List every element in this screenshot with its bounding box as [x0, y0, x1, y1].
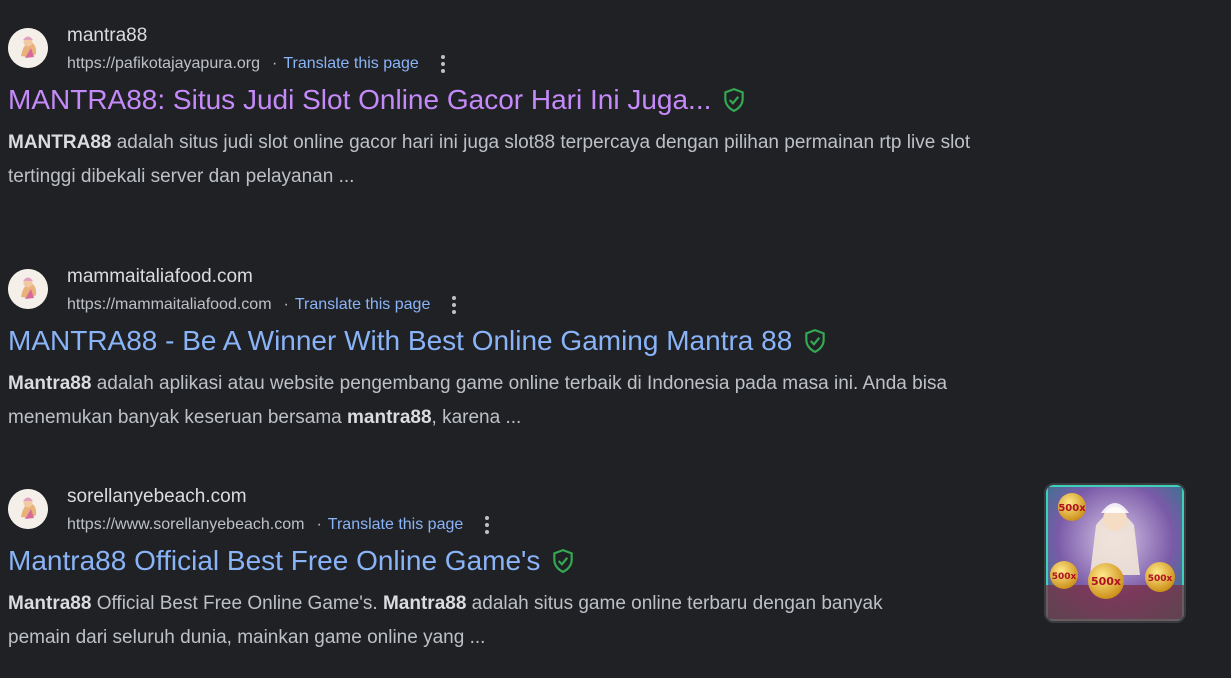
result-snippet: Mantra88 adalah aplikasi atau website pe…	[8, 367, 1088, 435]
snippet-line: Mantra88 Official Best Free Online Game'…	[8, 587, 1008, 621]
snippet-bold: Mantra88	[8, 593, 92, 614]
more-options-icon[interactable]	[440, 54, 445, 74]
snippet-line: pemain dari seluruh dunia, mainkan game …	[8, 627, 486, 648]
verified-shield-icon	[553, 549, 574, 574]
more-options-icon[interactable]	[452, 295, 457, 315]
multiplier-text: 500x	[1148, 574, 1173, 584]
verified-shield-icon	[805, 329, 826, 354]
snippet-bold: MANTRA88	[8, 132, 112, 153]
result-snippet: Mantra88 Official Best Free Online Game'…	[8, 587, 1008, 655]
site-url[interactable]: https://mammaitaliafood.com	[67, 296, 272, 314]
snippet-text: , karena ...	[431, 407, 522, 428]
url-separator: ·	[283, 296, 289, 313]
result-title-link[interactable]: Mantra88 Official Best Free Online Game'…	[8, 545, 576, 577]
multiplier-text: 500x	[1058, 503, 1086, 514]
snippet-text: adalah situs game online terbaru dengan …	[466, 593, 883, 614]
result-title-link[interactable]: MANTRA88: Situs Judi Slot Online Gacor H…	[8, 84, 747, 116]
url-separator: ·	[272, 55, 278, 72]
search-result: mammaitaliafood.com https://mammaitaliaf…	[8, 263, 1208, 435]
multiplier-text: 500x	[1052, 572, 1077, 582]
snippet-line: Mantra88 adalah aplikasi atau website pe…	[8, 367, 1088, 401]
snippet-bold: Mantra88	[8, 373, 92, 394]
url-line: https://pafikotajayapura.org · Translate…	[67, 54, 445, 74]
snippet-text: adalah aplikasi atau website pengembang …	[91, 373, 948, 394]
site-name[interactable]: sorellanyebeach.com	[67, 486, 247, 508]
snippet-line: menemukan banyak keseruan bersama mantra…	[8, 401, 1088, 435]
translate-link[interactable]: Translate this page	[295, 296, 430, 314]
url-line: https://www.sorellanyebeach.com · Transl…	[67, 515, 490, 535]
site-favicon-icon[interactable]	[8, 489, 48, 529]
slot-game-thumbnail-icon: 500x 500x 500x 500x	[1046, 485, 1184, 621]
translate-link[interactable]: Translate this page	[328, 516, 463, 534]
snippet-bold: mantra88	[347, 407, 432, 428]
snippet-line: tertinggi dibekali server dan pelayanan …	[8, 166, 355, 187]
site-favicon-icon[interactable]	[8, 28, 48, 68]
translate-link[interactable]: Translate this page	[283, 55, 418, 73]
snippet-text: Official Best Free Online Game's.	[91, 593, 383, 614]
result-site-row: sorellanyebeach.com https://www.sorellan…	[8, 483, 1208, 541]
result-thumbnail[interactable]: 500x 500x 500x 500x	[1044, 483, 1186, 623]
site-url[interactable]: https://www.sorellanyebeach.com	[67, 516, 304, 534]
search-result: sorellanyebeach.com https://www.sorellan…	[8, 483, 1208, 655]
snippet-line: MANTRA88 adalah situs judi slot online g…	[8, 126, 1088, 160]
url-separator: ·	[316, 516, 322, 533]
result-site-row: mammaitaliafood.com https://mammaitaliaf…	[8, 263, 1208, 321]
more-options-icon[interactable]	[485, 515, 490, 535]
snippet-bold: Mantra88	[382, 593, 467, 614]
result-title-link[interactable]: MANTRA88 - Be A Winner With Best Online …	[8, 325, 828, 357]
result-title[interactable]: MANTRA88: Situs Judi Slot Online Gacor H…	[8, 84, 711, 116]
result-title[interactable]: Mantra88 Official Best Free Online Game'…	[8, 545, 540, 577]
snippet-text: menemukan banyak keseruan bersama	[8, 407, 348, 428]
site-favicon-icon[interactable]	[8, 269, 48, 309]
url-line: https://mammaitaliafood.com · Translate …	[67, 295, 457, 315]
search-result: mantra88 https://pafikotajayapura.org · …	[8, 22, 1208, 194]
multiplier-text: 500x	[1091, 575, 1121, 588]
site-name[interactable]: mantra88	[67, 25, 147, 47]
site-url[interactable]: https://pafikotajayapura.org	[67, 55, 260, 73]
verified-shield-icon	[724, 88, 745, 113]
snippet-text: adalah situs judi slot online gacor hari…	[111, 132, 971, 153]
result-snippet: MANTRA88 adalah situs judi slot online g…	[8, 126, 1088, 194]
result-title[interactable]: MANTRA88 - Be A Winner With Best Online …	[8, 325, 792, 357]
site-name[interactable]: mammaitaliafood.com	[67, 266, 253, 288]
result-site-row: mantra88 https://pafikotajayapura.org · …	[8, 22, 1208, 80]
